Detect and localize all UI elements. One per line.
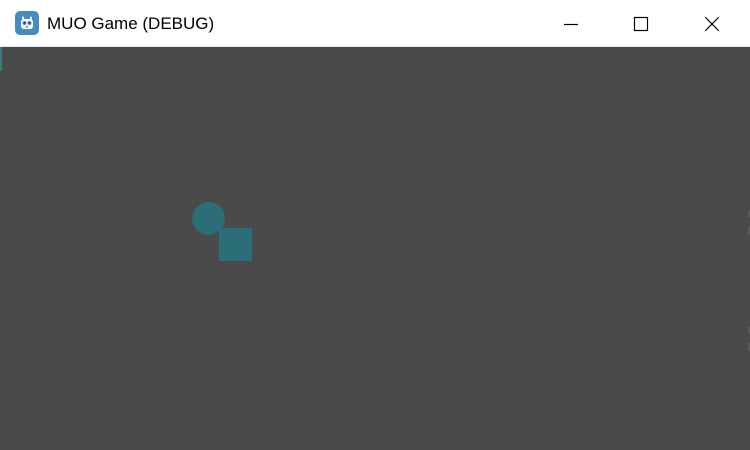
godot-engine-icon [15,11,39,35]
maximize-button[interactable] [606,0,676,47]
game-viewport[interactable] [0,47,750,450]
player-square [219,228,252,261]
close-icon [705,16,719,31]
title-bar[interactable]: MUO Game (DEBUG) [0,0,750,47]
minimize-button[interactable] [536,0,606,47]
maximize-icon [633,16,649,31]
game-window: MUO Game (DEBUG) [0,0,750,450]
window-title: MUO Game (DEBUG) [47,14,215,33]
close-button[interactable] [677,0,747,47]
viewport-edge-marker [0,47,2,71]
minimize-icon [564,23,578,25]
